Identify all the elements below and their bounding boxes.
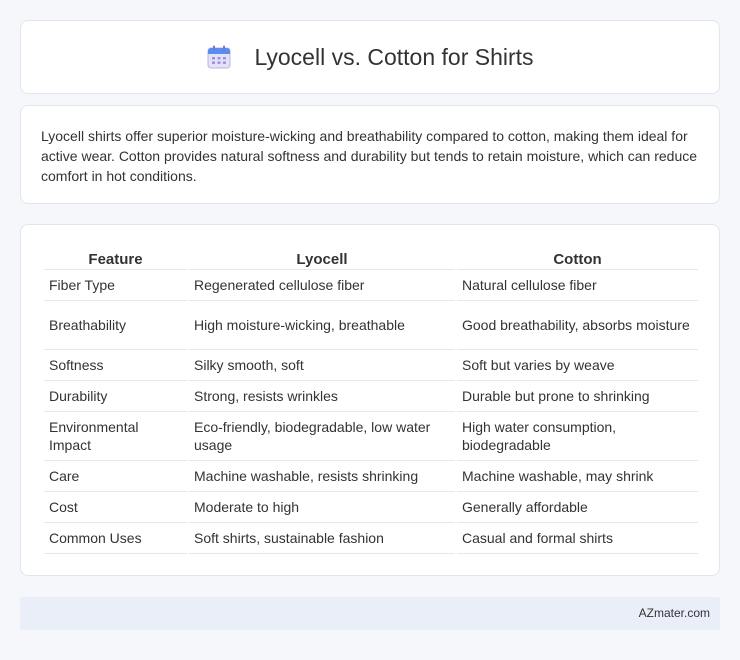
- lyocell-cell: Eco-friendly, biodegradable, low water u…: [189, 412, 455, 461]
- cotton-cell: High water consumption, biodegradable: [457, 412, 698, 461]
- table-row: Softness Silky smooth, soft Soft but var…: [44, 350, 698, 381]
- lyocell-cell: Soft shirts, sustainable fashion: [189, 523, 455, 554]
- footer-bar: AZmater.com: [20, 597, 720, 630]
- table-row: Fiber Type Regenerated cellulose fiber N…: [44, 270, 698, 301]
- intro-paragraph: Lyocell shirts offer superior moisture-w…: [41, 128, 698, 184]
- lyocell-cell: Machine washable, resists shrinking: [189, 461, 455, 492]
- comparison-card: Feature Lyocell Cotton Fiber Type Regene…: [20, 224, 720, 576]
- title-card: Lyocell vs. Cotton for Shirts: [20, 20, 720, 94]
- header-feature: Feature: [44, 247, 187, 270]
- feature-cell: Environmental Impact: [44, 412, 187, 461]
- feature-cell: Softness: [44, 350, 187, 381]
- cotton-cell: Good breathability, absorbs moisture: [457, 301, 698, 350]
- lyocell-cell: Silky smooth, soft: [189, 350, 455, 381]
- feature-cell: Fiber Type: [44, 270, 187, 301]
- table-row: Breathability High moisture-wicking, bre…: [44, 301, 698, 350]
- intro-card: Lyocell shirts offer superior moisture-w…: [20, 105, 720, 204]
- lyocell-cell: Regenerated cellulose fiber: [189, 270, 455, 301]
- lyocell-cell: Strong, resists wrinkles: [189, 381, 455, 412]
- footer-brand: AZmater.com: [638, 606, 710, 620]
- table-header-row: Feature Lyocell Cotton: [44, 247, 698, 270]
- page-title: Lyocell vs. Cotton for Shirts: [254, 43, 534, 70]
- cotton-cell: Generally affordable: [457, 492, 698, 523]
- cotton-cell: Soft but varies by weave: [457, 350, 698, 381]
- feature-cell: Cost: [44, 492, 187, 523]
- cotton-cell: Machine washable, may shrink: [457, 461, 698, 492]
- feature-cell: Common Uses: [44, 523, 187, 554]
- feature-cell: Durability: [44, 381, 187, 412]
- header-cotton: Cotton: [457, 247, 698, 270]
- lyocell-cell: High moisture-wicking, breathable: [189, 301, 455, 350]
- cotton-cell: Casual and formal shirts: [457, 523, 698, 554]
- table-row: Environmental Impact Eco-friendly, biode…: [44, 412, 698, 461]
- header-lyocell: Lyocell: [189, 247, 455, 270]
- table-row: Cost Moderate to high Generally affordab…: [44, 492, 698, 523]
- title-wrap: Lyocell vs. Cotton for Shirts: [21, 21, 719, 93]
- comparison-table: Feature Lyocell Cotton Fiber Type Regene…: [42, 247, 700, 554]
- cotton-cell: Durable but prone to shrinking: [457, 381, 698, 412]
- table-row: Durability Strong, resists wrinkles Dura…: [44, 381, 698, 412]
- table-row: Common Uses Soft shirts, sustainable fas…: [44, 523, 698, 554]
- lyocell-cell: Moderate to high: [189, 492, 455, 523]
- calendar-icon: [207, 45, 231, 69]
- feature-cell: Care: [44, 461, 187, 492]
- feature-cell: Breathability: [44, 301, 187, 350]
- cotton-cell: Natural cellulose fiber: [457, 270, 698, 301]
- table-row: Care Machine washable, resists shrinking…: [44, 461, 698, 492]
